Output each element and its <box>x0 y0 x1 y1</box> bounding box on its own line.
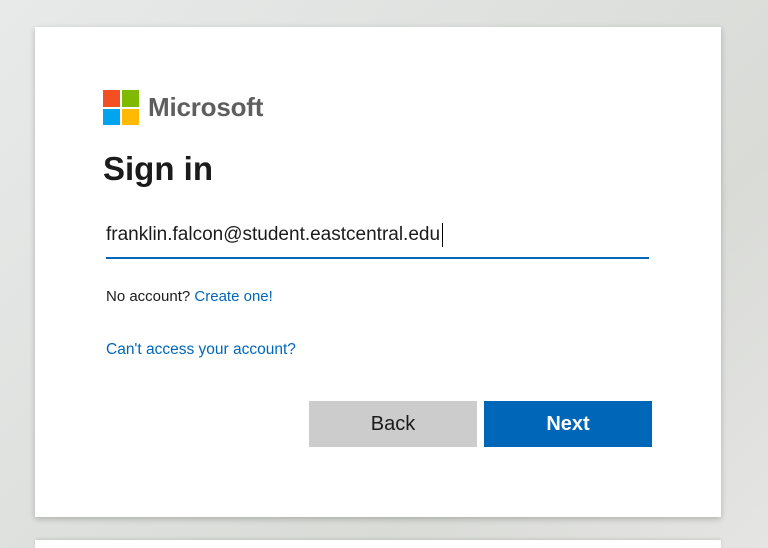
microsoft-logo-icon <box>103 90 139 125</box>
email-input[interactable]: franklin.falcon@student.eastcentral.edu <box>106 215 649 255</box>
no-account-row: No account? Create one! <box>106 288 273 305</box>
logo-square-red <box>103 90 120 107</box>
background-card-edge <box>35 540 721 548</box>
cant-access-link[interactable]: Can't access your account? <box>106 341 296 358</box>
no-account-text: No account? <box>106 288 191 305</box>
cant-access-row: Can't access your account? <box>106 341 296 359</box>
microsoft-logo: Microsoft <box>103 90 263 125</box>
page-title: Sign in <box>103 150 213 187</box>
text-caret <box>442 223 444 247</box>
email-value: franklin.falcon@student.eastcentral.edu <box>106 224 441 245</box>
logo-square-blue <box>103 108 120 125</box>
logo-wordmark: Microsoft <box>148 92 264 122</box>
back-button[interactable]: Back <box>309 401 477 447</box>
email-field[interactable]: franklin.falcon@student.eastcentral.edu <box>106 215 649 259</box>
create-account-link[interactable]: Create one! <box>194 288 272 305</box>
logo-square-yellow <box>122 108 139 125</box>
next-button[interactable]: Next <box>484 401 652 447</box>
logo-square-green <box>122 90 139 107</box>
